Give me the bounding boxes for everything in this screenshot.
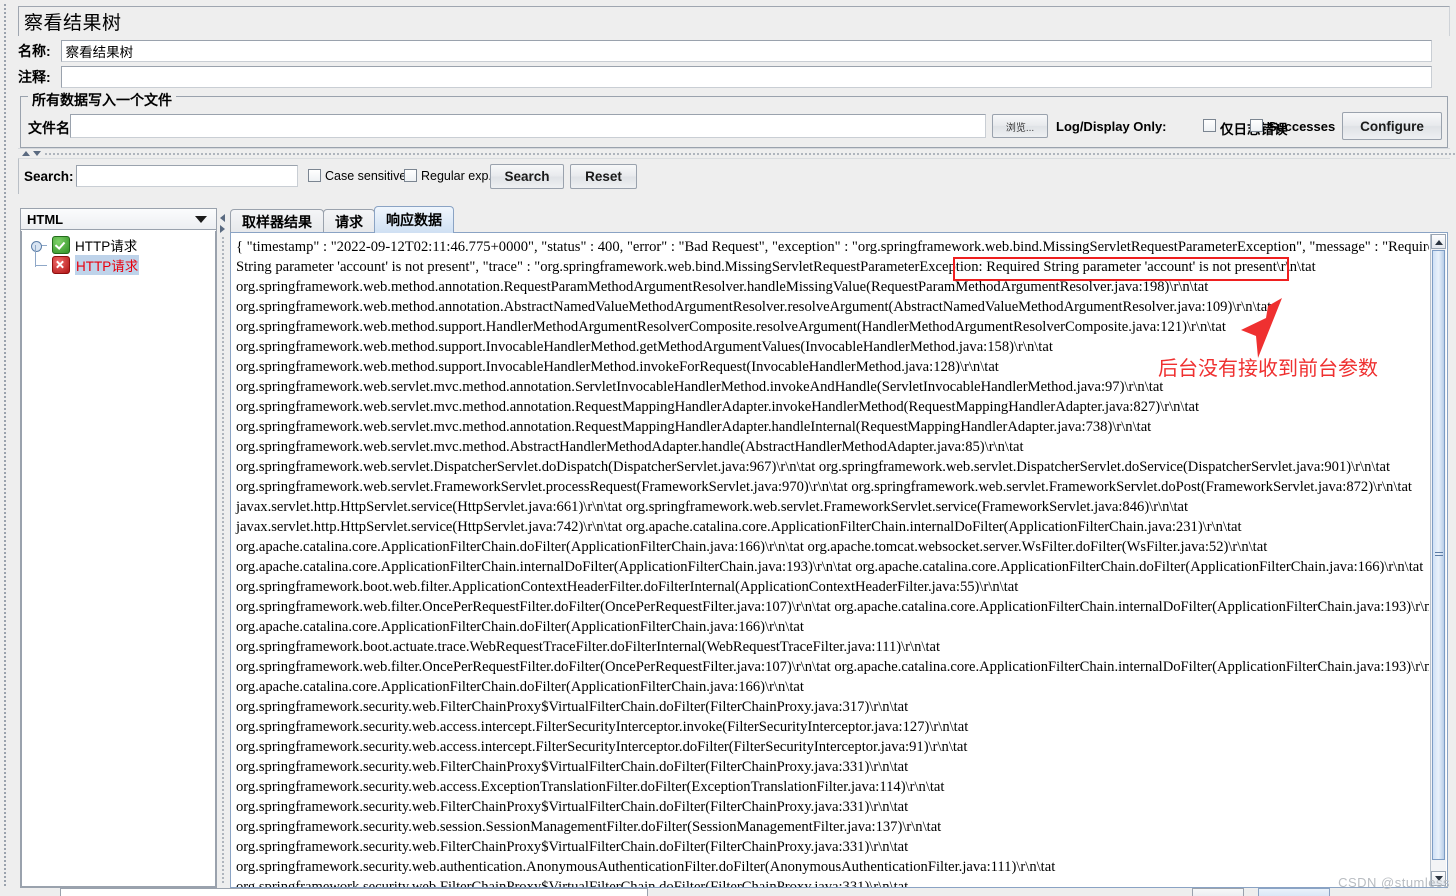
response-line: javax.servlet.http.HttpServlet.service(H… [236, 499, 1189, 515]
response-line: org.springframework.boot.web.filter.Appl… [236, 579, 1019, 595]
response-text[interactable]: { "timestamp" : "2022-09-12T02:11:46.775… [231, 233, 1429, 887]
csdn-watermark: CSDN @stumless [1338, 875, 1450, 890]
response-line: org.springframework.web.servlet.Framewor… [236, 479, 1412, 495]
response-line: String parameter 'account' is not presen… [236, 259, 1316, 275]
bottom-partial-button-a [1192, 888, 1244, 896]
result-tabs: 取样器结果 请求 响应数据 [230, 206, 1448, 233]
response-line: org.springframework.web.method.annotatio… [236, 299, 1272, 315]
search-label: Search: [24, 169, 74, 184]
tree-elbow [28, 235, 52, 267]
name-input[interactable] [60, 40, 1432, 62]
browse-button[interactable]: 浏览... [992, 114, 1048, 138]
scrollbar-thumb[interactable] [1432, 250, 1445, 860]
response-line: org.springframework.boot.actuate.trace.W… [236, 639, 941, 655]
tree-node-http-request-ok[interactable]: HTTP请求 [22, 235, 215, 267]
filename-label: 文件名 [28, 120, 70, 136]
scrollbar-grip-icon [1435, 552, 1443, 558]
chevron-down-icon[interactable] [195, 215, 207, 223]
response-line: org.springframework.web.filter.OncePerRe… [236, 659, 1429, 675]
case-sensitive-label: Case sensitive [325, 169, 407, 183]
response-line: org.springframework.web.filter.OncePerRe… [236, 599, 1429, 615]
regular-expression-label: Regular exp. [421, 169, 492, 183]
response-line: org.springframework.security.web.FilterC… [236, 879, 909, 887]
response-data-panel[interactable]: { "timestamp" : "2022-09-12T02:11:46.775… [230, 232, 1448, 888]
bottom-partial-button-b [1258, 888, 1330, 896]
caret-up-icon [1435, 240, 1443, 245]
bottom-strip [0, 888, 1456, 896]
response-line: javax.servlet.http.HttpServlet.service(H… [236, 519, 1242, 535]
comment-input[interactable] [60, 66, 1432, 88]
response-line: { "timestamp" : "2022-09-12T02:11:46.775… [236, 239, 1429, 255]
search-input[interactable] [76, 165, 298, 187]
response-line: org.springframework.security.web.access.… [236, 719, 969, 735]
successes-checkbox[interactable] [1250, 119, 1263, 132]
response-line: org.springframework.web.servlet.mvc.meth… [236, 399, 1200, 415]
results-tree[interactable]: HTTP请求 HTTP请求 [21, 231, 216, 887]
search-button[interactable]: Search [490, 164, 564, 189]
response-line: org.springframework.security.web.FilterC… [236, 799, 909, 815]
tree-expand-handle-icon[interactable] [31, 241, 42, 252]
response-line: org.springframework.web.method.support.H… [236, 319, 1226, 335]
response-line: org.springframework.security.web.access.… [236, 779, 945, 795]
right-pane: 取样器结果 请求 响应数据 { "timestamp" : "2022-09-1… [230, 206, 1448, 888]
collapse-left-icon[interactable] [220, 214, 225, 222]
response-line: org.springframework.web.method.annotatio… [236, 279, 1209, 295]
response-line: org.apache.catalina.core.ApplicationFilt… [236, 539, 1268, 555]
success-shield-icon [52, 236, 70, 254]
response-line: org.apache.catalina.core.ApplicationFilt… [236, 559, 1424, 575]
jmeter-view-results-tree-window: 察看结果树 名称: 注释: 所有数据写入一个文件 文件名 浏览... Log/D… [0, 0, 1456, 896]
tree-node-label: HTTP请求 [75, 255, 140, 275]
response-line: org.springframework.security.web.access.… [236, 739, 968, 755]
page-title: 察看结果树 [24, 13, 122, 34]
horizontal-splitter[interactable] [18, 148, 1456, 158]
response-vertical-scrollbar[interactable] [1430, 234, 1446, 886]
response-line: org.apache.catalina.core.ApplicationFilt… [236, 619, 804, 635]
successes-label: Successes [1268, 119, 1336, 134]
response-line: org.springframework.web.servlet.Dispatch… [236, 459, 1391, 475]
reset-button[interactable]: Reset [570, 164, 637, 189]
response-line: org.springframework.security.web.session… [236, 819, 942, 835]
response-line: org.springframework.web.method.support.I… [236, 339, 1053, 355]
tab-sampler-result[interactable]: 取样器结果 [230, 209, 324, 233]
collapse-down-icon[interactable] [33, 151, 41, 156]
name-label: 名称: [18, 43, 51, 59]
tab-request[interactable]: 请求 [323, 209, 375, 233]
name-row: 名称: [18, 40, 1450, 62]
vertical-splitter-grip [222, 236, 224, 884]
renderer-select-value: HTML [27, 211, 64, 227]
filename-input[interactable] [70, 114, 986, 138]
renderer-select[interactable]: HTML [20, 208, 217, 230]
log-display-only-label: Log/Display Only: [1056, 119, 1167, 134]
response-line: org.springframework.web.method.support.I… [236, 359, 999, 375]
panel-title-bar [18, 6, 1450, 36]
response-line: org.springframework.web.servlet.mvc.meth… [236, 419, 1152, 435]
tab-response-data[interactable]: 响应数据 [374, 206, 454, 233]
tree-elbow [28, 255, 52, 275]
collapse-up-icon[interactable] [22, 151, 30, 156]
comment-row: 注释: [18, 66, 1450, 88]
write-all-data-groupbox-title: 所有数据写入一个文件 [28, 90, 176, 110]
scroll-up-button[interactable] [1431, 234, 1446, 249]
tree-node-http-request-error[interactable]: HTTP请求 [22, 255, 215, 275]
response-line: org.springframework.web.servlet.mvc.meth… [236, 379, 1164, 395]
response-line: org.springframework.security.web.FilterC… [236, 759, 909, 775]
errors-only-checkbox[interactable] [1203, 119, 1216, 132]
regular-expression-checkbox[interactable] [404, 169, 417, 182]
case-sensitive-checkbox[interactable] [308, 169, 321, 182]
error-shield-icon [52, 256, 70, 274]
bottom-partial-field [60, 888, 648, 896]
splitter-grip [44, 153, 1456, 155]
vertical-splitter[interactable] [218, 208, 228, 888]
response-line: org.springframework.security.web.FilterC… [236, 839, 909, 855]
response-line: org.springframework.web.servlet.mvc.meth… [236, 439, 1024, 455]
response-line: org.springframework.security.web.FilterC… [236, 699, 909, 715]
comment-label: 注释: [18, 69, 51, 85]
collapse-right-icon[interactable] [220, 225, 225, 233]
response-line: org.apache.catalina.core.ApplicationFilt… [236, 679, 804, 695]
response-line: org.springframework.security.web.authent… [236, 859, 1056, 875]
tree-node-label: HTTP请求 [75, 239, 138, 254]
configure-button[interactable]: Configure [1342, 112, 1442, 140]
